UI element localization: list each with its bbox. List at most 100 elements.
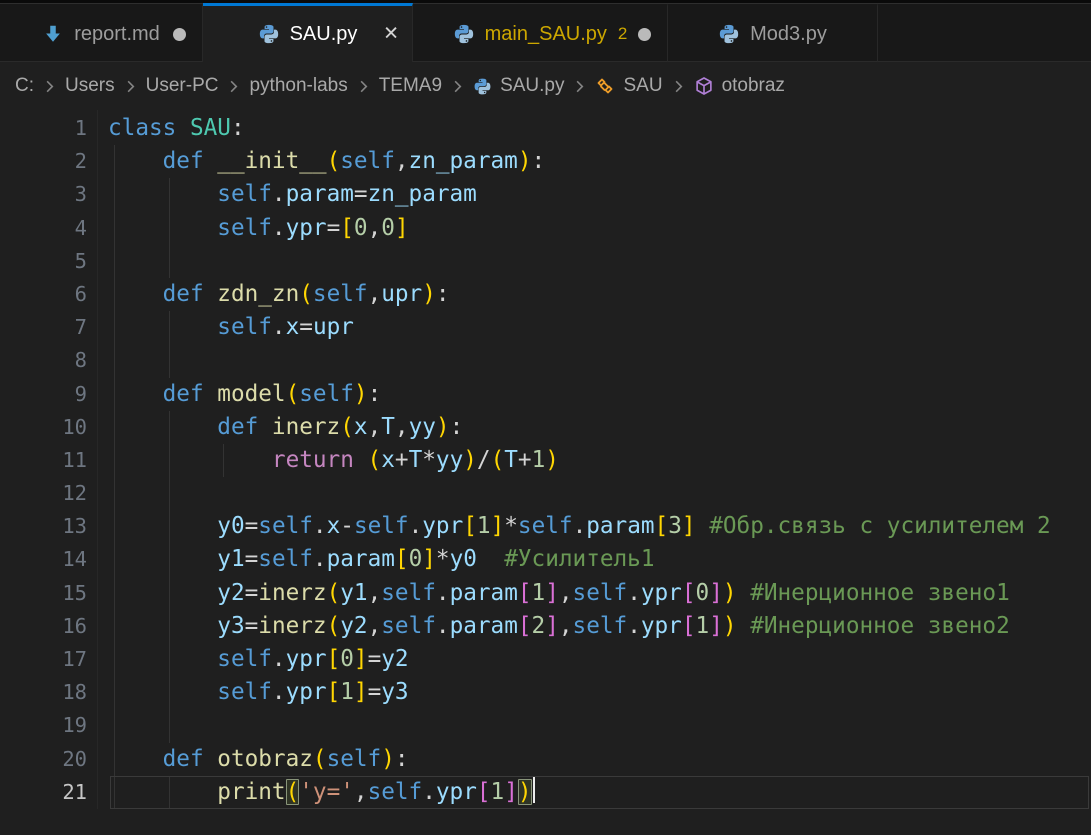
token-var: y1 [340, 580, 367, 606]
code-text: return (x+T*yy)/(T+1) [108, 444, 559, 477]
token-pl [108, 314, 217, 340]
token-str: 'y=' [299, 779, 354, 805]
code-line[interactable]: 12 [0, 477, 1091, 510]
code-line[interactable]: 8 [0, 344, 1091, 377]
code-line[interactable]: 17 self.ypr[0]=y2 [0, 643, 1091, 676]
token-var: ypr [422, 513, 463, 539]
token-var: x [354, 414, 368, 440]
code-text: self.ypr=[0,0] [108, 212, 409, 245]
breadcrumb-item-tema9[interactable]: TEMA9 [379, 75, 442, 97]
token-var: y3 [217, 613, 244, 639]
code-line[interactable]: 16 y3=inerz(y2,self.param[2],self.ypr[1]… [0, 610, 1091, 643]
token-op: . [627, 613, 641, 639]
tab-sau-py[interactable]: SAU.py✕ [203, 3, 413, 62]
indent-guide [114, 178, 115, 211]
code-line[interactable]: 9 def model(self): [0, 378, 1091, 411]
code-line[interactable]: 3 self.param=zn_param [0, 178, 1091, 211]
indent-guide [114, 344, 115, 377]
breadcrumb-item-user-pc[interactable]: User-PC [146, 75, 219, 97]
indent-guide [169, 311, 170, 344]
breadcrumb-item-python-labs[interactable]: python-labs [249, 75, 347, 97]
token-self: self [381, 613, 436, 639]
token-var: param [327, 546, 395, 572]
token-b1: ( [327, 148, 341, 174]
code-text: y3=inerz(y2,self.param[2],self.ypr[1]) #… [108, 610, 1010, 643]
code-text: def otobraz(self): [108, 743, 409, 776]
token-kw: def [163, 381, 218, 407]
breadcrumb-item-c-[interactable]: C: [15, 75, 34, 97]
code-line[interactable]: 18 self.ypr[1]=y3 [0, 676, 1091, 709]
line-number: 16 [0, 610, 87, 643]
token-b1: ( [286, 381, 300, 407]
token-pl [477, 546, 504, 572]
modified-dot-icon[interactable] [638, 28, 651, 41]
tab-main-sau-py[interactable]: main_SAU.py2 [413, 3, 668, 62]
token-op: : [395, 746, 409, 772]
code-line[interactable]: 6 def zdn_zn(self,upr): [0, 278, 1091, 311]
token-b1: ) [723, 580, 737, 606]
code-line[interactable]: 1class SAU: [0, 112, 1091, 145]
token-op: . [409, 513, 423, 539]
python-icon [718, 23, 740, 45]
line-number: 15 [0, 577, 87, 610]
token-self: self [313, 281, 368, 307]
token-op: . [573, 513, 587, 539]
tab-mod3-py[interactable]: Mod3.py [668, 3, 878, 62]
code-line[interactable]: 14 y1=self.param[0]*y0 #Усилитель1 [0, 543, 1091, 576]
code-editor[interactable]: 1class SAU:2 def __init__(self,zn_param)… [0, 110, 1091, 809]
breadcrumb-item-otobraz[interactable]: otobraz [694, 75, 785, 97]
breadcrumb-item-users[interactable]: Users [65, 75, 115, 97]
line-number: 2 [0, 145, 87, 178]
close-icon[interactable]: ✕ [383, 25, 399, 44]
code-line[interactable]: 19 [0, 709, 1091, 742]
code-line[interactable]: 20 def otobraz(self): [0, 743, 1091, 776]
breadcrumb-item-sau[interactable]: SAU [595, 75, 662, 97]
code-line[interactable]: 13 y0=self.x-self.ypr[1]*self.param[3] #… [0, 510, 1091, 543]
token-pl [108, 148, 163, 174]
code-line[interactable]: 11 return (x+T*yy)/(T+1) [0, 444, 1091, 477]
token-op: . [272, 181, 286, 207]
token-var: yy [436, 447, 463, 473]
chevron-right-icon [450, 79, 465, 94]
token-b1: ] [491, 513, 505, 539]
code-text: self.ypr[0]=y2 [108, 643, 409, 676]
token-b2: ] [545, 580, 559, 606]
breadcrumb-item-sau-py[interactable]: SAU.py [473, 75, 564, 97]
token-op: , [368, 215, 382, 241]
code-line[interactable]: 15 y2=inerz(y1,self.param[1],self.ypr[0]… [0, 577, 1091, 610]
code-line[interactable]: 2 def __init__(self,zn_param): [0, 145, 1091, 178]
indent-guide [169, 411, 170, 444]
indent-guide [169, 643, 170, 676]
code-line[interactable]: 7 self.x=upr [0, 311, 1091, 344]
token-var: y0 [450, 546, 477, 572]
token-op: , [559, 613, 573, 639]
code-line[interactable]: 4 self.ypr=[0,0] [0, 212, 1091, 245]
token-b1: ( [286, 779, 300, 805]
token-b1: ( [327, 580, 341, 606]
indent-guide [169, 477, 170, 510]
token-b1: ) [422, 281, 436, 307]
token-op: = [299, 314, 313, 340]
code-line[interactable]: 10 def inerz(x,T,yy): [0, 411, 1091, 444]
token-b2: [ [518, 613, 532, 639]
line-number: 10 [0, 411, 87, 444]
code-line[interactable]: 5 [0, 245, 1091, 278]
token-b1: ) [518, 779, 532, 805]
code-text: self.ypr[1]=y3 [108, 676, 409, 709]
token-kw: def [163, 746, 218, 772]
token-b1: ( [491, 447, 505, 473]
indent-guide [114, 676, 115, 709]
token-var: x [286, 314, 300, 340]
token-b1: [ [327, 679, 341, 705]
modified-dot-icon[interactable] [173, 28, 186, 41]
tab-report-md[interactable]: report.md [0, 3, 203, 62]
token-op: = [245, 613, 259, 639]
token-pl [108, 215, 217, 241]
token-op: . [436, 580, 450, 606]
token-ret: return [272, 447, 368, 473]
indent-guide [114, 510, 115, 543]
token-self: self [381, 580, 436, 606]
code-line[interactable]: 21 print('y=',self.ypr[1]) [0, 776, 1091, 809]
line-number: 7 [0, 311, 87, 344]
token-b1: ( [368, 447, 382, 473]
